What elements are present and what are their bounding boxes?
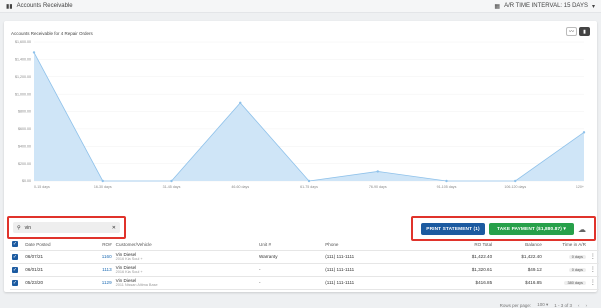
ro-link[interactable]: 1129 [80, 276, 114, 290]
next-page-icon[interactable]: › [586, 303, 588, 308]
vehicle: 2011 Nissan Altima Base [115, 283, 158, 287]
ro-total-cell: $416.85 [444, 276, 495, 290]
unit-cell: Warranty [257, 250, 324, 264]
balance-cell: $416.85 [494, 276, 544, 290]
balance-cell: $1,422.40 [494, 250, 544, 264]
row-checkbox[interactable]: ✓ [12, 253, 18, 260]
x-tick-label: 31-45 days [163, 185, 181, 189]
table-row[interactable]: ✓ 06/07/21 1160 Vin Diesel 2016 Kia Soul … [10, 250, 599, 264]
area-series [34, 52, 584, 181]
area-series-line [33, 52, 585, 182]
phone-cell: (111) 111-1111 [323, 263, 445, 277]
phone-cell: (111) 111-1111 [323, 276, 445, 290]
top-bar: ▮▮ Accounts Receivable ▦ A/R TIME INTERV… [0, 0, 601, 13]
actions-highlight [411, 216, 596, 241]
unit-cell: - [257, 276, 324, 290]
balance-cell: $49.12 [494, 263, 544, 277]
ar-table: ✓ Date Posted RO# Customer/Vehicle Unit … [10, 239, 599, 290]
date-cell: 06/07/21 [23, 250, 81, 264]
data-point[interactable] [239, 101, 242, 105]
more-options-icon[interactable]: ⋮ [587, 263, 599, 277]
page-title: Accounts Receivable [16, 3, 73, 9]
data-point[interactable] [582, 131, 586, 134]
data-point[interactable] [101, 179, 104, 183]
y-tick-label: $1,600.00 [15, 40, 31, 44]
data-point[interactable] [514, 179, 517, 183]
unit-header[interactable]: Unit # [257, 239, 324, 251]
rows-per-page-label: Rows per page: [499, 302, 532, 308]
search-highlight [7, 216, 126, 239]
table-row[interactable]: ✓ 05/23/20 1129 Vin Diesel 2011 Nissan Al… [10, 276, 599, 290]
x-tick-label: 106-120 days [504, 185, 526, 189]
calendar-icon: ▦ [494, 3, 501, 10]
table-row[interactable]: ✓ 06/01/21 1113 Vin Diesel 2016 Kia Soul … [10, 263, 599, 277]
time-header[interactable]: Time in A/R [543, 239, 588, 251]
y-tick-label: $200.00 [18, 162, 31, 166]
x-tick-label: 0-15 days [34, 185, 50, 189]
chevron-down-icon: ▾ [591, 3, 595, 10]
interval-selector[interactable]: ▦ A/R TIME INTERVAL: 15 DAYS ▾ [494, 3, 595, 10]
more-options-icon[interactable]: ⋮ [587, 276, 599, 290]
rows-per-page-value: 100 [537, 302, 545, 307]
time-badge: 0 days [568, 255, 586, 259]
y-tick-label: $400.00 [18, 144, 31, 148]
date-cell: 05/23/20 [23, 276, 81, 290]
table-header-row: ✓ Date Posted RO# Customer/Vehicle Unit … [10, 239, 599, 251]
ro-header[interactable]: RO# [80, 239, 114, 251]
more-options-icon[interactable]: ⋮ [587, 250, 599, 264]
bar-chart-icon: ▮▮ [6, 3, 13, 10]
ro-total-cell: $1,422.40 [444, 250, 495, 264]
ro-link[interactable]: 1160 [80, 250, 114, 264]
time-badge: 0 days [568, 268, 586, 272]
x-tick-label: 120+ [576, 185, 584, 189]
y-tick-label: $0.00 [22, 179, 31, 183]
phone-header[interactable]: Phone [323, 239, 445, 251]
balance-header[interactable]: Balance [494, 239, 544, 251]
customer-header[interactable]: Customer/Vehicle [113, 239, 258, 251]
ar-card: Accounts Receivable for 4 Repair Orders … [4, 21, 599, 308]
phone-cell: (111) 111-1111 [323, 250, 445, 264]
ro-link[interactable]: 1113 [80, 263, 114, 277]
row-checkbox[interactable]: ✓ [12, 279, 18, 286]
data-point[interactable] [307, 179, 311, 183]
data-point[interactable] [445, 179, 448, 183]
interval-label: A/R TIME INTERVAL: 15 DAYS [504, 3, 588, 9]
select-all-checkbox[interactable]: ✓ [12, 241, 18, 248]
date-header[interactable]: Date Posted [23, 239, 81, 251]
data-point[interactable] [376, 170, 379, 173]
data-point[interactable] [170, 179, 173, 183]
page-range: 1 - 3 of 3 [554, 302, 572, 308]
prev-page-icon[interactable]: ‹ [578, 303, 580, 308]
unit-cell: - [257, 263, 324, 277]
x-tick-label: 76-90 days [369, 185, 387, 189]
table-pagination: Rows per page: 100 ▾ 1 - 3 of 3 ‹ › [500, 302, 587, 308]
x-tick-label: 46-60 days [231, 185, 249, 189]
row-checkbox[interactable]: ✓ [12, 266, 18, 273]
ar-area-chart: $0.00 $200.00 $400.00 $600.00 $800.00 $1,000.… [15, 40, 586, 189]
ro-total-header[interactable]: RO Total [444, 239, 495, 251]
y-tick-label: $1,200.00 [15, 75, 31, 79]
rows-per-page-select[interactable]: 100 ▾ [537, 302, 548, 308]
vehicle: 2016 Kia Soul + [115, 257, 143, 261]
vehicle: 2016 Kia Soul + [115, 270, 143, 274]
date-cell: 06/01/21 [23, 263, 81, 277]
y-tick-label: $1,400.00 [15, 58, 31, 62]
x-tick-label: 61-75 days [300, 185, 318, 189]
y-tick-label: $800.00 [18, 110, 31, 114]
x-tick-label: 16-30 days [94, 185, 112, 189]
data-point[interactable] [32, 51, 36, 54]
y-tick-label: $1,000.00 [15, 92, 31, 96]
time-badge: 380 days [564, 281, 586, 285]
y-tick-label: $600.00 [18, 127, 31, 131]
ro-total-cell: $1,320.61 [444, 263, 495, 277]
x-tick-label: 91-105 days [437, 185, 457, 189]
